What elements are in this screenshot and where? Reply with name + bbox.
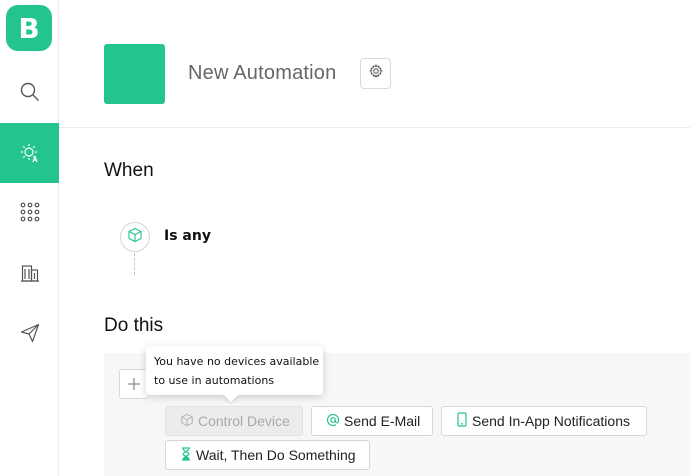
send-in-app-notifications-label: Send In-App Notifications [472,413,630,429]
send-email-label: Send E-Mail [344,413,421,429]
automation-header: New Automation [59,0,690,128]
when-section-title: When [104,160,154,181]
add-action-button[interactable] [119,369,149,399]
hourglass-icon [180,446,196,464]
wait-then-do-something-button[interactable]: Wait, Then Do Something [165,440,370,470]
plus-icon [128,373,140,396]
do-this-section-title: Do this [104,315,164,336]
app-logo[interactable]: B [6,5,52,51]
tooltip-line-2: to use in automations [154,374,275,387]
sidebar-item-messages[interactable] [0,303,59,363]
sidebar-item-search[interactable] [0,62,59,122]
sidebar: B [0,0,59,476]
cube-icon [127,227,143,248]
sidebar-item-apps[interactable] [0,182,59,242]
tooltip-line-1: You have no devices available [154,355,320,368]
send-in-app-notifications-button[interactable]: Send In-App Notifications [441,406,647,436]
wait-then-do-something-label: Wait, Then Do Something [196,447,356,463]
condition-label[interactable]: Is any [164,228,211,244]
search-icon [20,82,40,102]
building-icon [20,263,40,283]
automation-name[interactable]: New Automation [188,62,336,85]
gear-icon [368,63,383,83]
automation-settings-button[interactable] [360,58,391,89]
condition-device-icon [120,222,150,252]
control-device-label: Control Device [198,413,290,429]
at-sign-icon [326,413,344,430]
send-icon [20,323,40,343]
control-device-button[interactable]: Control Device [165,406,303,436]
cube-icon [180,413,198,430]
sidebar-item-organizations[interactable] [0,243,59,303]
no-devices-tooltip: You have no devices available to use in … [146,346,323,403]
automation-icon [19,142,41,164]
apps-grid-icon [20,202,40,222]
condition-connector-line [134,253,135,275]
automation-color-icon[interactable] [104,44,165,104]
logo-letter: B [18,11,40,45]
phone-icon [456,412,472,430]
sidebar-item-automations[interactable] [0,123,59,183]
send-email-button[interactable]: Send E-Mail [311,406,433,436]
